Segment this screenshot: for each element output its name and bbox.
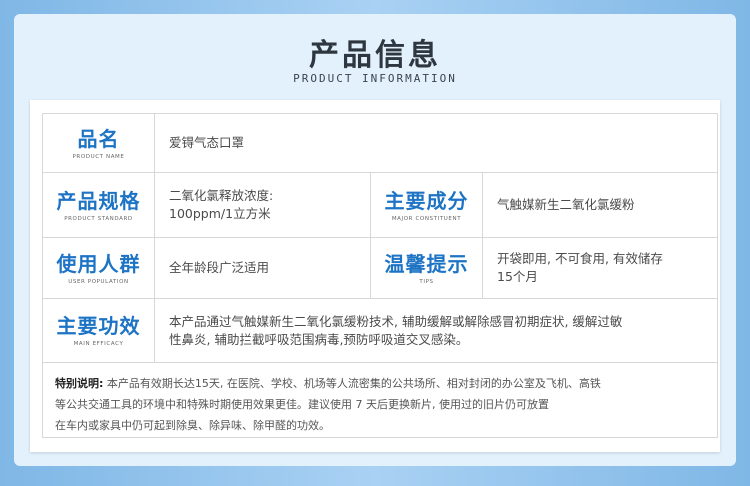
special-note: 特别说明: 本产品有效期长达15天, 在医院、学校、机场等人流密集的公共场所、相… — [42, 362, 718, 438]
label-en: MAIN EFFICACY — [73, 341, 124, 347]
value-product-standard: 二氧化氯释放浓度: 100ppm/1立方米 — [154, 172, 371, 238]
value-tips: 开袋即用, 不可食用, 有效储存 15个月 — [482, 237, 718, 299]
label-cn: 主要成分 — [384, 188, 469, 213]
value-line: 二氧化氯释放浓度: — [169, 188, 274, 203]
value-major-constituent: 气触媒新生二氧化氯缓粉 — [482, 172, 718, 238]
label-en: MAJOR CONSTITUENT — [391, 215, 462, 222]
page-title: 产品信息 — [309, 38, 441, 73]
label-cn: 主要功效 — [56, 314, 141, 338]
note-line: 在车内或家具中仍可起到除臭、除异味、除甲醛的功效。 — [55, 419, 330, 432]
label-major-constituent: 主要成分 MAJOR CONSTITUENT — [370, 172, 483, 238]
note-line: 特别说明: 本产品有效期长达15天, 在医院、学校、机场等人流密集的公共场所、相… — [55, 373, 705, 394]
label-en: TIPS — [419, 278, 434, 285]
note-text: 本产品有效期长达15天, 在医院、学校、机场等人流密集的公共场所、相对封闭的办公… — [106, 377, 601, 390]
value-user-population: 全年龄段广泛适用 — [154, 237, 371, 299]
label-user-population: 使用人群 USER POPULATION — [42, 237, 155, 299]
label-product-name: 品名 PRODUCT NAME — [42, 113, 155, 173]
value-product-name: 爱锝气态口罩 — [154, 113, 718, 173]
label-cn: 使用人群 — [56, 251, 141, 276]
value-text: 全年龄段广泛适用 — [169, 260, 270, 275]
value-line: 15个月 — [497, 269, 538, 284]
value-text: 爱锝气态口罩 — [169, 135, 245, 150]
page-subtitle: PRODUCT INFORMATION — [293, 72, 457, 85]
label-tips: 温馨提示 TIPS — [370, 237, 483, 299]
value-line: 100ppm/1立方米 — [169, 206, 271, 221]
value-main-efficacy: 本产品通过气触媒新生二氧化氯缓粉技术, 辅助缓解或解除感冒初期症状, 缓解过敏 … — [154, 298, 718, 363]
label-en: PRODUCT STANDARD — [64, 215, 133, 222]
label-en: USER POPULATION — [68, 278, 129, 285]
info-table: 品名 PRODUCT NAME 爱锝气态口罩 产品规格 PRODUCT STAN… — [30, 100, 720, 452]
note-line: 等公共交通工具的环境中和特殊时期使用效果更佳。建议使用 7 天后更换新片, 使用… — [55, 398, 549, 411]
value-line: 开袋即用, 不可食用, 有效储存 — [497, 251, 663, 266]
label-cn: 温馨提示 — [384, 251, 469, 276]
value-line: 性鼻炎, 辅助拦截呼吸范围病毒,预防呼吸道交叉感染。 — [169, 331, 469, 347]
label-product-standard: 产品规格 PRODUCT STANDARD — [42, 172, 155, 238]
label-cn: 品名 — [77, 126, 120, 151]
label-cn: 产品规格 — [56, 188, 141, 213]
label-en: PRODUCT NAME — [72, 153, 125, 160]
note-label: 特别说明: — [55, 377, 104, 390]
value-line: 本产品通过气触媒新生二氧化氯缓粉技术, 辅助缓解或解除感冒初期症状, 缓解过敏 — [169, 313, 623, 329]
label-main-efficacy: 主要功效 MAIN EFFICACY — [42, 298, 155, 363]
value-text: 气触媒新生二氧化氯缓粉 — [497, 197, 635, 212]
